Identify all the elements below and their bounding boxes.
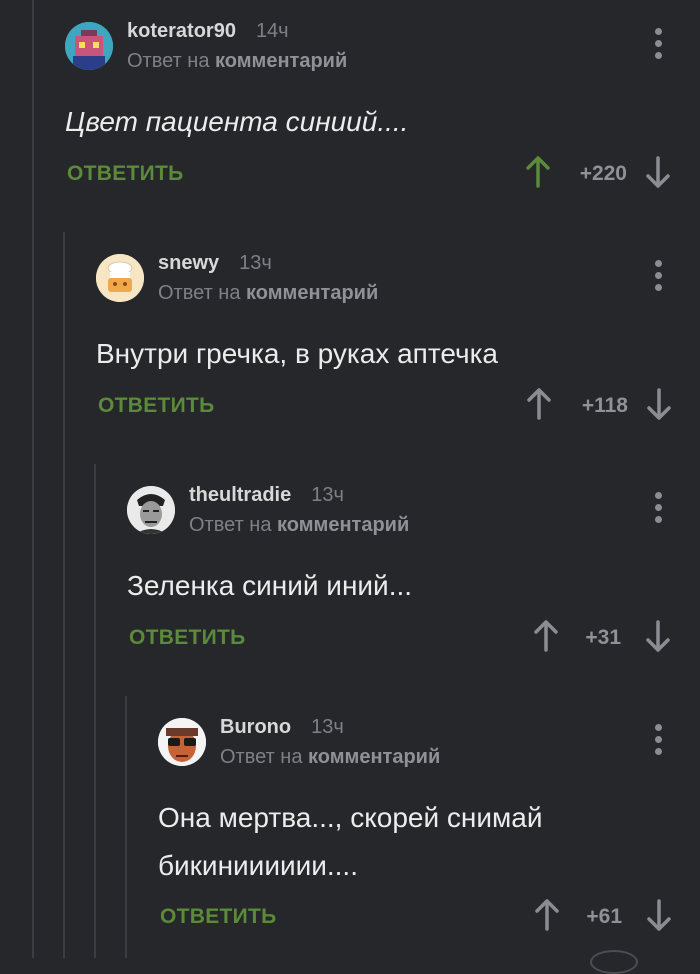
upvote-icon[interactable] — [525, 156, 551, 188]
comment: snewy 13ч Ответ на комментарий Внутри гре… — [96, 252, 686, 434]
comment: theultradie 13ч Ответ на комментарий Зеле… — [127, 484, 687, 666]
reply-to-line: Ответ на комментарий — [189, 514, 409, 537]
comment-time: 13ч — [311, 716, 344, 738]
reply-target-link[interactable]: комментарий — [308, 746, 440, 768]
comment: Burono 13ч Ответ на комментарий Она мертв… — [158, 716, 688, 948]
comment-time: 13ч — [239, 252, 272, 274]
author-name[interactable]: koterator90 14ч — [127, 20, 289, 43]
downvote-icon[interactable] — [646, 899, 672, 931]
comment-text: Зеленка синий иний... — [127, 570, 413, 601]
more-options-icon[interactable] — [655, 260, 663, 296]
downvote-icon[interactable] — [645, 620, 671, 652]
thread-line — [94, 464, 96, 958]
avatar[interactable] — [127, 486, 175, 534]
comment-text: Она мертва..., скорей снимай бикинииииии… — [158, 802, 543, 881]
thread-line — [63, 232, 65, 958]
comment-text: Цвет пациента синиий.... — [65, 106, 409, 137]
reply-button[interactable]: ОТВЕТИТЬ — [129, 626, 246, 650]
reply-target-link[interactable]: комментарий — [246, 282, 378, 304]
reply-to-line: Ответ на комментарий — [158, 282, 378, 305]
author-name[interactable]: snewy 13ч — [158, 252, 272, 275]
comment-score: +118 — [581, 394, 628, 417]
vote-bar: +31 — [533, 620, 673, 660]
author-name-text[interactable]: snewy — [158, 252, 219, 274]
comment: koterator90 14ч Ответ на комментарий Цвет… — [65, 20, 685, 202]
downvote-icon[interactable] — [646, 388, 672, 420]
reply-prefix: Ответ на — [189, 514, 272, 536]
reply-prefix: Ответ на — [220, 746, 303, 768]
reply-prefix: Ответ на — [158, 282, 241, 304]
reply-button[interactable]: ОТВЕТИТЬ — [98, 394, 215, 418]
reply-button[interactable]: ОТВЕТИТЬ — [160, 905, 277, 929]
reply-to-line: Ответ на комментарий — [127, 50, 347, 73]
author-name-text[interactable]: koterator90 — [127, 20, 236, 42]
reply-prefix: Ответ на — [127, 50, 210, 72]
more-options-icon[interactable] — [655, 492, 663, 528]
avatar[interactable] — [158, 718, 206, 766]
avatar[interactable] — [65, 22, 113, 70]
vote-bar: +220 — [523, 156, 673, 196]
downvote-icon[interactable] — [645, 156, 671, 188]
upvote-icon[interactable] — [526, 388, 552, 420]
author-name[interactable]: Burono 13ч — [220, 716, 344, 739]
author-name-text[interactable]: theultradie — [189, 484, 291, 506]
more-options-icon[interactable] — [655, 28, 663, 64]
reply-to-line: Ответ на комментарий — [220, 746, 440, 769]
reply-button[interactable]: ОТВЕТИТЬ — [67, 162, 184, 186]
more-options-icon[interactable] — [655, 724, 663, 760]
reply-target-link[interactable]: комментарий — [215, 50, 347, 72]
comment-time: 14ч — [255, 20, 289, 42]
avatar[interactable] — [96, 254, 144, 302]
thread-line — [125, 696, 127, 958]
next-comment-avatar — [590, 950, 638, 974]
vote-bar: +61 — [534, 899, 674, 939]
vote-bar: +118 — [524, 388, 674, 428]
comment-score: +61 — [586, 905, 622, 928]
comment-score: +31 — [585, 626, 621, 649]
reply-target-link[interactable]: комментарий — [277, 514, 409, 536]
thread-line — [32, 0, 34, 958]
comment-time: 13ч — [311, 484, 344, 506]
author-name-text[interactable]: Burono — [220, 716, 291, 738]
comment-score: +220 — [579, 162, 627, 185]
author-name[interactable]: theultradie 13ч — [189, 484, 344, 507]
comment-text: Внутри гречка, в руках аптечка — [96, 338, 499, 369]
